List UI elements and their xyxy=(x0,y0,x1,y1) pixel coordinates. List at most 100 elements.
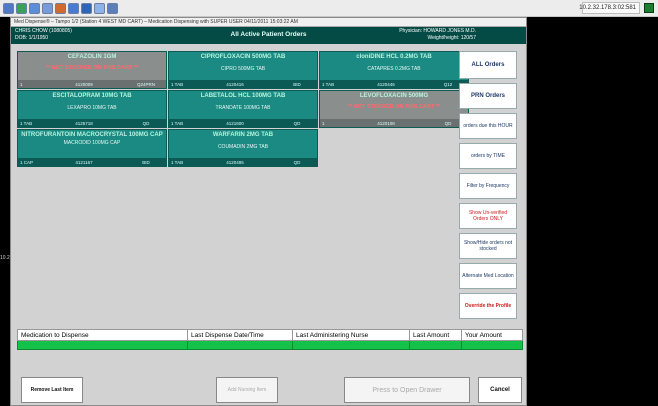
med-tile[interactable]: LEVOFLOXACIN 500MG ** NOT STOCKED ON THI… xyxy=(319,90,469,128)
patient-weight: Weight/height: 120/57 xyxy=(427,35,476,41)
orders-by-time-button[interactable]: orders by TIME xyxy=(459,143,517,169)
med-tile-footer: 1 TAB 4121600 QD xyxy=(169,119,317,127)
med-qty: 1 TAB xyxy=(20,120,33,126)
patient-header: CHRIS CHOW (1080805) DOB: 1/1/1950 All A… xyxy=(11,27,526,44)
med-description: CIPRO 500MG TAB xyxy=(220,66,266,72)
remote-session-box: 10.2.32.178.3:02:581 xyxy=(579,2,640,14)
med-frequency: Q24PRN xyxy=(136,81,155,87)
cell-medication xyxy=(18,341,188,349)
app-window: Med Dispense® – Tampo 1/2 (Station 4 WES… xyxy=(10,17,527,406)
med-tile[interactable]: NITROFURANTOIN MACROCRYSTAL 100MG CAP MA… xyxy=(17,129,167,167)
globe-icon[interactable] xyxy=(29,3,40,14)
override-profile-button[interactable]: Override the Profile xyxy=(459,293,517,319)
med-id: 4125718 xyxy=(75,120,93,126)
pin-icon[interactable] xyxy=(644,3,654,13)
med-tile-footer: 1 4120108 QD xyxy=(320,119,468,127)
table-row[interactable] xyxy=(17,341,523,350)
open-drawer-button[interactable]: Press to Open Drawer xyxy=(344,377,470,403)
graph-icon[interactable] xyxy=(68,3,79,14)
cancel-button[interactable]: Cancel xyxy=(478,377,522,403)
main-area: CEFAZOLIN 1GM ** NOT STOCKED ON THIS CAR… xyxy=(11,45,528,406)
not-stocked-warning: ** NOT STOCKED ON THIS CART ** xyxy=(347,104,441,110)
med-frequency: QD xyxy=(293,120,301,126)
folder-icon[interactable] xyxy=(42,3,53,14)
med-tile-footer: 1 TAB 4120495 QD xyxy=(169,158,317,166)
med-id: 4120416 xyxy=(226,81,244,87)
cell-last-amount xyxy=(410,341,462,349)
med-name: CEFAZOLIN 1GM xyxy=(67,54,117,60)
prn-orders-button[interactable]: PRN Orders xyxy=(459,83,517,109)
med-tile[interactable]: WARFARIN 2MG TAB COUMADIN 2MG TAB 1 TAB … xyxy=(168,129,318,167)
settings-icon[interactable] xyxy=(107,3,118,14)
col-last-amount: Last Amount xyxy=(410,330,462,340)
add-nursing-item-button[interactable]: Add Nursing Item xyxy=(216,377,278,403)
cell-last-dispense xyxy=(188,341,293,349)
cell-last-nurse xyxy=(293,341,410,349)
app-icon[interactable] xyxy=(3,3,14,14)
dispense-table-header: Medication to Dispense Last Dispense Dat… xyxy=(17,329,523,341)
med-tile-footer: 1 TAB 4125718 QD xyxy=(18,119,166,127)
unverified-orders-button[interactable]: Show Un-verified Orders ONLY xyxy=(459,203,517,229)
med-id: 4120446 xyxy=(377,81,395,87)
med-id: 4120495 xyxy=(226,159,244,165)
med-description: COUMADIN 2MG TAB xyxy=(217,144,269,150)
med-qty: 1 TAB xyxy=(322,81,335,87)
med-description: TRANDATE 100MG TAB xyxy=(215,105,271,111)
physician-info: Physician: HOWARD JONES M.D. Weight/heig… xyxy=(399,28,476,42)
not-stocked-warning: ** NOT STOCKED ON THIS CART ** xyxy=(45,65,139,71)
med-frequency: QD xyxy=(142,120,150,126)
med-name: CIPROFLOXACIN 500MG TAB xyxy=(200,54,286,60)
med-id: 4120009 xyxy=(75,81,93,87)
alternate-location-button[interactable]: Alternate Med Location xyxy=(459,263,517,289)
col-medication: Medication to Dispense xyxy=(18,330,188,340)
col-your-amount: Your Amount xyxy=(465,332,502,339)
med-name: ESCITALOPRAM 10MG TAB xyxy=(52,93,132,99)
filter-frequency-button[interactable]: Filter by Frequency xyxy=(459,173,517,199)
med-tile-footer: 1 CAP 4121167 BID xyxy=(18,158,166,166)
network-icon[interactable] xyxy=(16,3,27,14)
med-tile-footer: 1 TAB 4120446 Q12 xyxy=(320,80,468,88)
med-description: CATAPRES 0.2MG TAB xyxy=(367,66,421,72)
search-icon[interactable] xyxy=(94,3,105,14)
dispense-table: Medication to Dispense Last Dispense Dat… xyxy=(17,329,523,355)
med-name: NITROFURANTOIN MACROCRYSTAL 100MG CAP xyxy=(21,132,163,138)
cell-your-amount[interactable] xyxy=(462,341,522,349)
med-qty: 1 CAP xyxy=(20,159,34,165)
show-hide-unstocked-button[interactable]: Show/Hide orders not stocked xyxy=(459,233,517,259)
col-last-dispense: Last Dispense Date/Time xyxy=(188,330,293,340)
med-qty: 1 TAB xyxy=(171,120,184,126)
med-name: WARFARIN 2MG TAB xyxy=(212,132,274,138)
med-tile[interactable]: CEFAZOLIN 1GM ** NOT STOCKED ON THIS CAR… xyxy=(17,51,167,89)
med-qty: 1 xyxy=(322,120,325,126)
med-tile[interactable]: ESCITALOPRAM 10MG TAB LEXAPRO 10MG TAB 1… xyxy=(17,90,167,128)
med-name: LEVOFLOXACIN 500MG xyxy=(359,93,429,99)
med-qty: 1 TAB xyxy=(171,81,184,87)
med-tile[interactable]: cloniDINE HCL 0.2MG TAB CATAPRES 0.2MG T… xyxy=(319,51,469,89)
med-name: cloniDINE HCL 0.2MG TAB xyxy=(356,54,432,60)
med-tile-footer: 1 TAB 4120416 BID xyxy=(169,80,317,88)
col-last-nurse: Last Administering Nurse xyxy=(293,330,410,340)
edge-label: 10.2 xyxy=(0,255,10,261)
med-frequency: BID xyxy=(142,159,150,165)
med-frequency: QD xyxy=(293,159,301,165)
med-description: MACRODID 100MG CAP xyxy=(63,140,121,146)
med-id: 4121167 xyxy=(75,159,93,165)
med-tile[interactable]: LABETALOL HCL 100MG TAB TRANDATE 100MG T… xyxy=(168,90,318,128)
orders-due-hour-button[interactable]: orders due this HOUR xyxy=(459,113,517,139)
med-qty: 1 TAB xyxy=(171,159,184,165)
med-tile[interactable]: CIPROFLOXACIN 500MG TAB CIPRO 500MG TAB … xyxy=(168,51,318,89)
med-qty: 1 xyxy=(20,81,23,87)
med-description: LEXAPRO 10MG TAB xyxy=(67,105,117,111)
window-titlebar: Med Dispense® – Tampo 1/2 (Station 4 WES… xyxy=(11,18,526,27)
window-icon[interactable] xyxy=(81,3,92,14)
med-frequency: BID xyxy=(293,81,301,87)
med-tile-footer: 1 4120009 Q24PRN xyxy=(18,80,166,88)
remove-last-item-button[interactable]: Remove Last Item xyxy=(21,377,83,403)
med-id: 4120108 xyxy=(377,120,395,126)
desktop-taskbar: 10.2.32.178.3:02:581 xyxy=(0,0,658,17)
med-id: 4121600 xyxy=(226,120,244,126)
physician-name: Physician: HOWARD JONES M.D. xyxy=(399,28,476,34)
med-name: LABETALOL HCL 100MG TAB xyxy=(200,93,286,99)
all-orders-button[interactable]: ALL Orders xyxy=(459,51,517,79)
tools-icon[interactable] xyxy=(55,3,66,14)
